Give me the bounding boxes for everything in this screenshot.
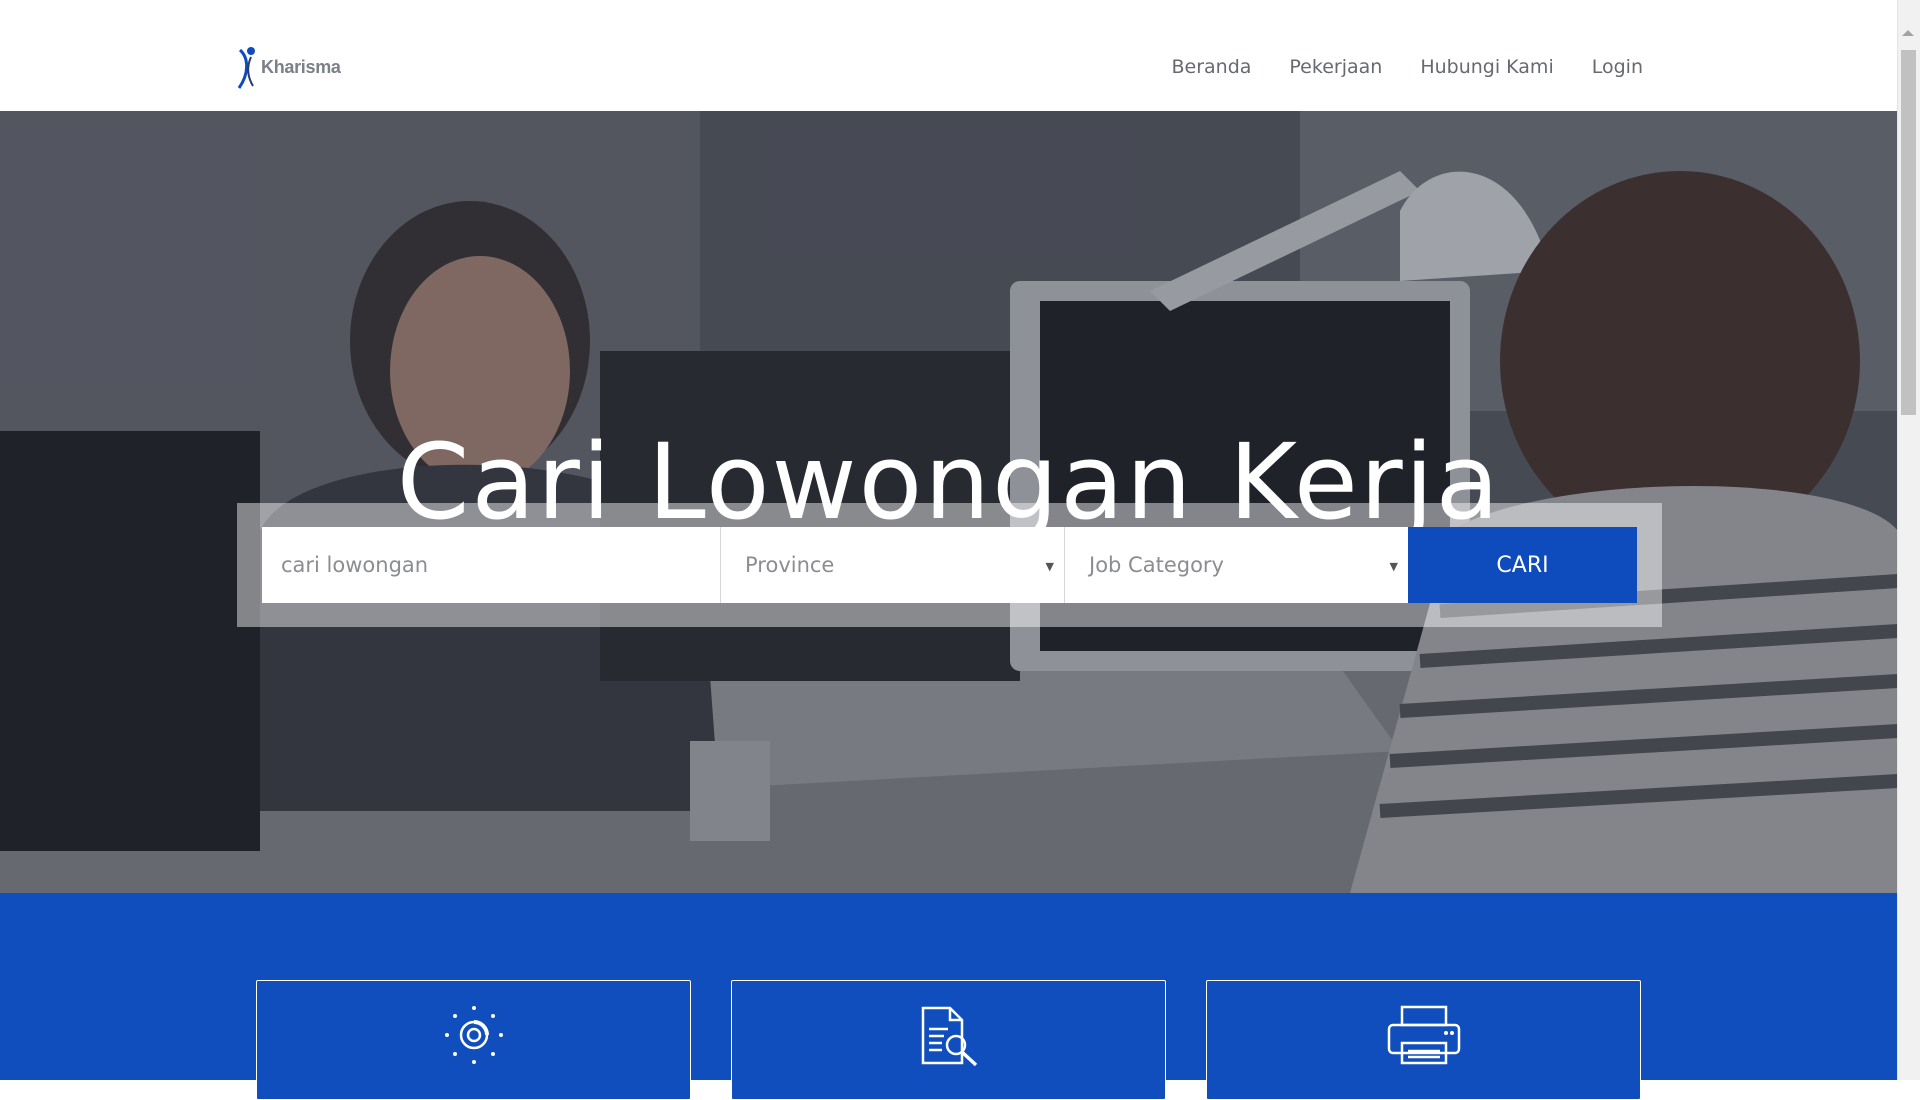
feature-card[interactable]	[1206, 980, 1641, 1100]
job-category-select-label: Job Category	[1089, 553, 1224, 577]
job-category-select[interactable]: Job Category ▼	[1064, 527, 1408, 603]
nav-pekerjaan[interactable]: Pekerjaan	[1289, 56, 1382, 78]
nav-beranda[interactable]: Beranda	[1171, 56, 1251, 78]
features-section	[0, 893, 1898, 1100]
brand-name: Kharisma	[261, 56, 341, 77]
chevron-down-icon: ▼	[1389, 560, 1398, 573]
nav-login[interactable]: Login	[1592, 56, 1643, 78]
site-header: Kharisma Beranda Pekerjaan Hubungi Kami …	[0, 0, 1898, 111]
job-search-input[interactable]	[262, 527, 720, 603]
feature-card[interactable]	[731, 980, 1166, 1100]
feature-card[interactable]	[256, 980, 691, 1100]
printer-icon	[1387, 1005, 1460, 1065]
hero-section: Cari Lowongan Kerja Province ▼ Job Categ…	[0, 111, 1898, 893]
document-search-icon	[921, 1006, 977, 1067]
province-select[interactable]: Province ▼	[720, 527, 1064, 603]
scroll-up-arrow-icon[interactable]	[1902, 30, 1914, 36]
scrollbar-thumb[interactable]	[1901, 50, 1916, 415]
page-scrollbar[interactable]	[1897, 0, 1920, 1080]
brand-logo[interactable]: Kharisma	[235, 44, 341, 90]
search-button[interactable]: CARI	[1408, 527, 1637, 603]
kharisma-logo-icon	[237, 47, 255, 89]
target-icon	[444, 1006, 503, 1064]
search-panel: Province ▼ Job Category ▼ CARI	[237, 503, 1662, 627]
nav-hubungi-kami[interactable]: Hubungi Kami	[1420, 56, 1553, 78]
province-select-label: Province	[745, 553, 835, 577]
chevron-down-icon: ▼	[1045, 560, 1054, 573]
main-nav: Beranda Pekerjaan Hubungi Kami Login	[1171, 56, 1643, 78]
